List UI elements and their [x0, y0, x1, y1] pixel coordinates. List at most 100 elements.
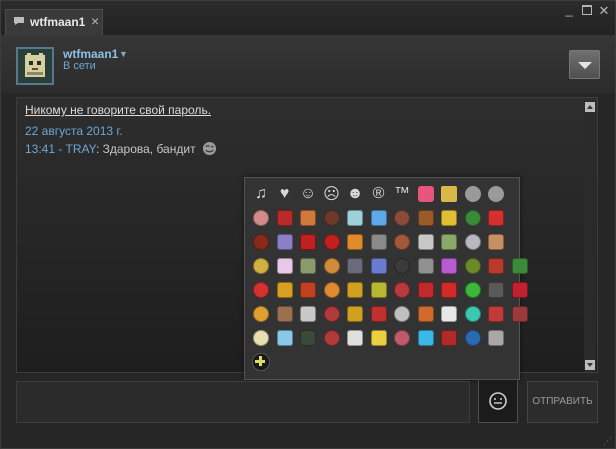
emoticon-icon[interactable] [486, 256, 506, 276]
emoticon-icon[interactable] [275, 256, 295, 276]
chat-window: wtfmaan1 × _ ✕ wtfmaan1 ▼ В сети Никому … [0, 0, 616, 449]
emoticon-icon[interactable] [486, 328, 506, 348]
emoticon-icon[interactable] [439, 328, 459, 348]
emoticon-symbol[interactable]: ® [369, 184, 389, 204]
emoticon-icon[interactable] [369, 328, 389, 348]
emoticon-icon[interactable] [251, 304, 271, 324]
emoticon-symbol[interactable]: ♥ [275, 184, 295, 204]
emoticon-icon[interactable] [275, 232, 295, 252]
emoticon-icon[interactable] [322, 208, 342, 228]
emoticon-icon[interactable] [463, 184, 483, 204]
emoticon-icon[interactable] [345, 304, 365, 324]
emoticon-icon[interactable] [369, 280, 389, 300]
emoticon-icon[interactable] [275, 280, 295, 300]
user-dropdown-icon[interactable]: ▼ [119, 49, 128, 59]
emoticon-button[interactable] [478, 379, 518, 423]
emoticon-icon[interactable] [439, 208, 459, 228]
emoticon-icon[interactable] [392, 232, 412, 252]
emoticon-icon[interactable] [486, 304, 506, 324]
emoticon-icon[interactable] [392, 328, 412, 348]
emoticon-icon[interactable] [322, 232, 342, 252]
emoticon-icon[interactable] [322, 304, 342, 324]
emoticon-icon[interactable] [463, 328, 483, 348]
emoticon-icon[interactable] [251, 280, 271, 300]
emoticon-icon[interactable] [416, 184, 436, 204]
emoticon-icon[interactable] [392, 304, 412, 324]
emoticon-icon[interactable] [298, 328, 318, 348]
emoticon-symbol[interactable]: ☻ [345, 184, 365, 204]
emoticon-symbol[interactable]: ™ [392, 184, 412, 204]
emoticon-icon[interactable] [486, 184, 506, 204]
emoticon-icon[interactable] [369, 208, 389, 228]
emoticon-icon[interactable] [439, 304, 459, 324]
avatar[interactable] [16, 47, 54, 85]
emoticon-symbol[interactable]: ☺ [298, 184, 318, 204]
emoticon-icon[interactable] [463, 280, 483, 300]
emoticon-icon[interactable] [251, 208, 271, 228]
emoticon-icon[interactable] [510, 304, 530, 324]
emoticon-icon[interactable] [392, 280, 412, 300]
emoticon-symbol[interactable]: ♫ [251, 184, 271, 204]
emoticon-icon[interactable] [275, 304, 295, 324]
send-button[interactable]: ОТПРАВИТЬ [527, 381, 598, 423]
emoticon-icon[interactable] [416, 208, 436, 228]
emoticon-icon[interactable] [275, 208, 295, 228]
emoticon-icon[interactable] [345, 328, 365, 348]
maximize-button[interactable] [580, 4, 594, 18]
emoticon-icon[interactable] [463, 304, 483, 324]
emoticon-icon[interactable] [298, 232, 318, 252]
emoticon-icon[interactable] [322, 256, 342, 276]
emoticon-icon[interactable] [251, 232, 271, 252]
scroll-down-icon[interactable] [585, 360, 595, 370]
emoticon-symbol[interactable]: ☹ [322, 184, 342, 204]
emoticon-icon[interactable] [369, 256, 389, 276]
emoticon-icon[interactable] [345, 208, 365, 228]
emoticon-icon[interactable] [416, 304, 436, 324]
emoticon-icon[interactable] [251, 256, 271, 276]
emoticon-icon[interactable] [322, 328, 342, 348]
emoticon-icon[interactable] [251, 352, 271, 372]
tab-close-icon[interactable]: × [91, 13, 99, 29]
close-button[interactable]: ✕ [597, 4, 611, 18]
emoticon-icon[interactable] [463, 232, 483, 252]
emoticon-icon[interactable] [463, 256, 483, 276]
message-input[interactable] [16, 381, 470, 423]
password-warning[interactable]: Никому не говорите свой пароль. [25, 103, 211, 117]
chat-scrollbar[interactable] [584, 100, 596, 372]
emoticon-icon[interactable] [439, 232, 459, 252]
emoticon-icon[interactable] [369, 304, 389, 324]
emoticon-icon[interactable] [486, 280, 506, 300]
emoticon-icon[interactable] [439, 256, 459, 276]
emoticon-icon[interactable] [510, 280, 530, 300]
emoticon-icon[interactable] [298, 304, 318, 324]
emoticon-icon[interactable] [369, 232, 389, 252]
scroll-up-icon[interactable] [585, 102, 595, 112]
emoticon-icon[interactable] [416, 328, 436, 348]
emoticon-icon[interactable] [463, 208, 483, 228]
emoticon-icon[interactable] [416, 280, 436, 300]
emoticon-icon[interactable] [486, 232, 506, 252]
emoticon-icon[interactable] [345, 280, 365, 300]
emoticon-icon[interactable] [486, 208, 506, 228]
emoticon-icon[interactable] [298, 256, 318, 276]
emoticon-icon[interactable] [439, 280, 459, 300]
emoticon-icon[interactable] [251, 328, 271, 348]
emoticon-icon[interactable] [439, 184, 459, 204]
emoticon-icon[interactable] [298, 280, 318, 300]
emoticon-icon[interactable] [416, 232, 436, 252]
emoticon-icon[interactable] [322, 280, 342, 300]
emoticon-icon[interactable] [345, 256, 365, 276]
emoticon-icon[interactable] [275, 328, 295, 348]
user-name[interactable]: wtfmaan1 [63, 47, 118, 61]
message-sender[interactable]: TRAY [65, 142, 95, 156]
minimize-button[interactable]: _ [562, 3, 576, 17]
chat-menu-button[interactable] [569, 50, 600, 79]
resize-grip-icon[interactable]: ⋰ [603, 436, 612, 447]
chat-tab[interactable]: wtfmaan1 × [5, 9, 103, 35]
emoticon-icon[interactable] [345, 232, 365, 252]
emoticon-icon[interactable] [392, 208, 412, 228]
emoticon-icon[interactable] [392, 256, 412, 276]
emoticon-icon[interactable] [416, 256, 436, 276]
emoticon-icon[interactable] [510, 256, 530, 276]
emoticon-icon[interactable] [298, 208, 318, 228]
